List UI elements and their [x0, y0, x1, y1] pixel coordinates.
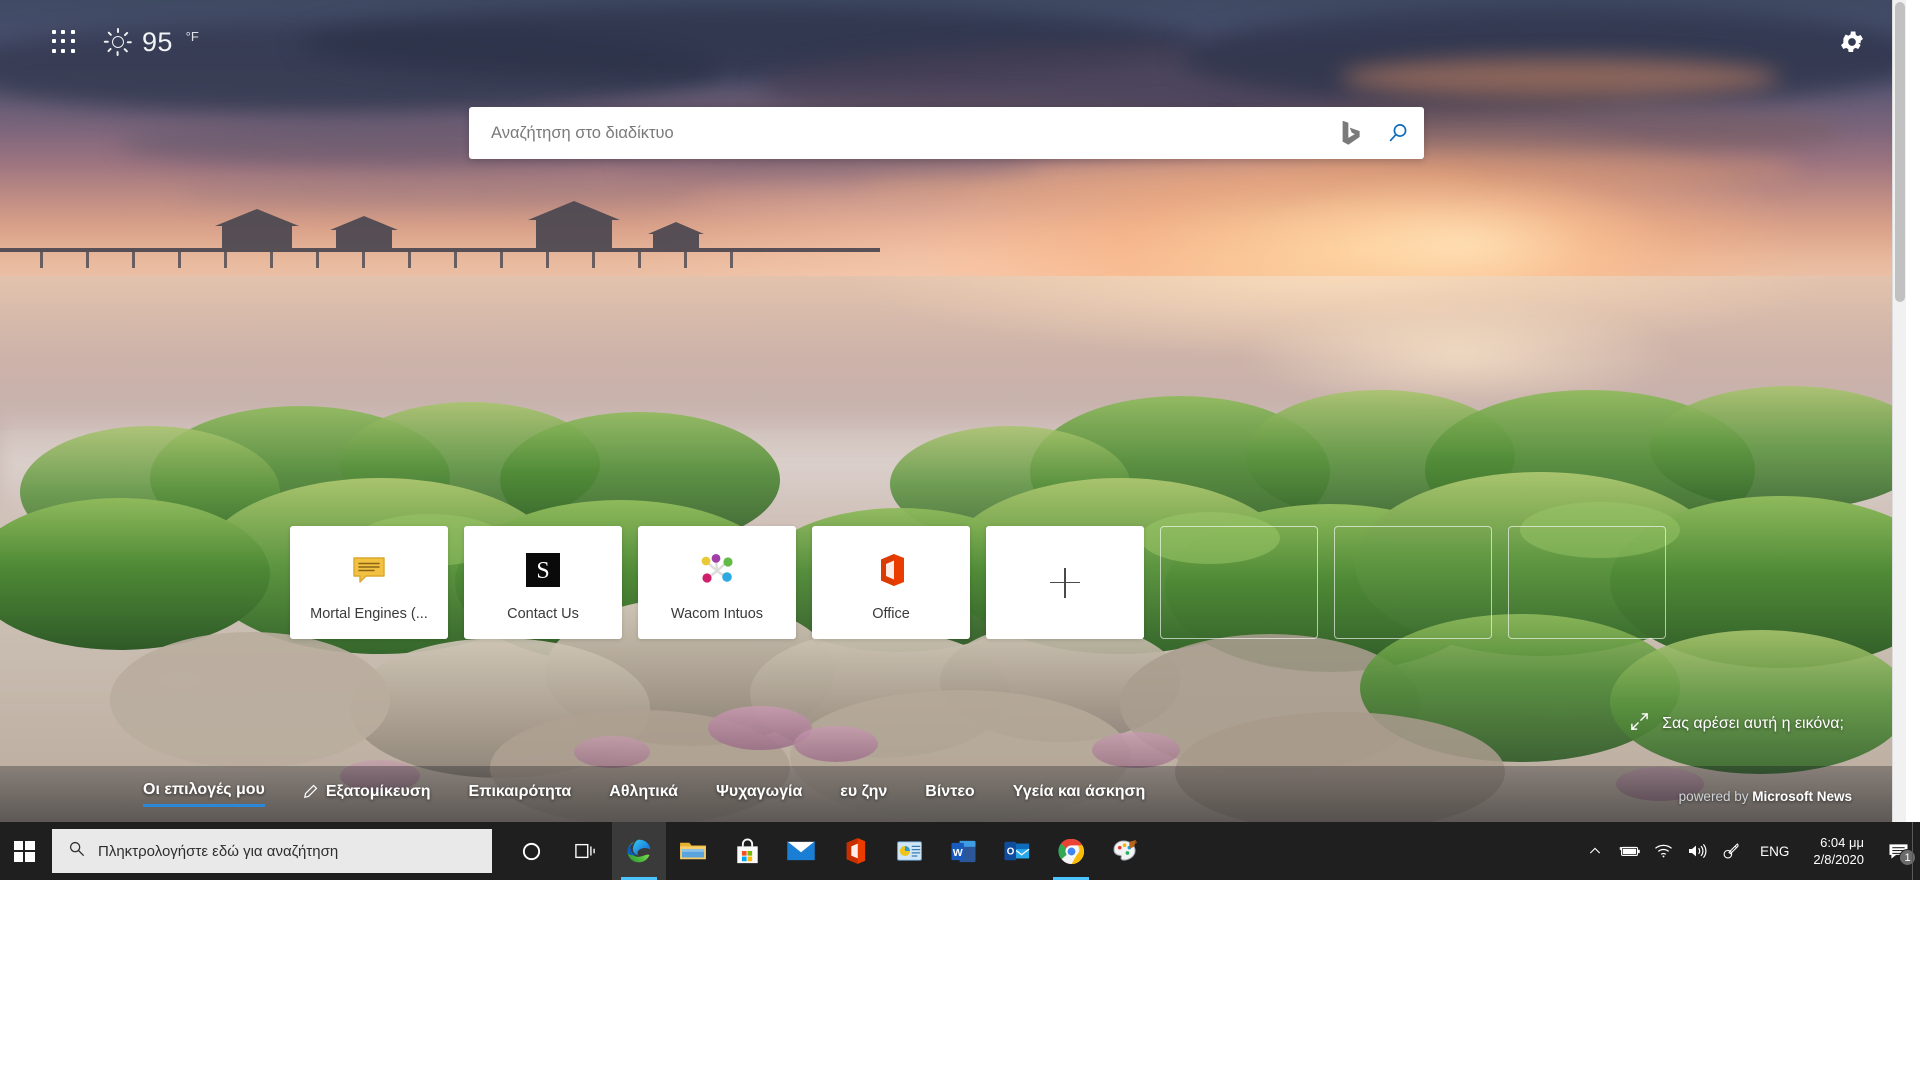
- taskbar-search-box[interactable]: Πληκτρολογήστε εδώ για αναζήτηση: [52, 829, 492, 873]
- clock-time: 6:04 μμ: [1813, 834, 1864, 851]
- browser-content-viewport: 95 °F: [0, 0, 1906, 822]
- news-nav-item-my-picks[interactable]: Οι επιλογές μου: [143, 781, 265, 807]
- powered-by-label: powered by Microsoft News: [1679, 789, 1852, 804]
- battery-charging-icon[interactable]: [1612, 822, 1646, 880]
- bing-search-box[interactable]: [469, 107, 1424, 159]
- show-desktop-button[interactable]: [1912, 822, 1920, 880]
- quick-link-label: Office: [812, 606, 970, 622]
- weather-widget[interactable]: 95 °F: [104, 20, 199, 64]
- mail-icon[interactable]: [774, 822, 828, 880]
- news-nav-item-news[interactable]: Επικαιρότητα: [469, 783, 572, 806]
- add-quick-link-button[interactable]: [986, 526, 1144, 639]
- clock-date: 2/8/2020: [1813, 851, 1864, 868]
- news-nav-item-lifestyle[interactable]: ευ ζην: [840, 783, 887, 806]
- news-nav-label: Ψυχαγωγία: [716, 783, 802, 801]
- news-nav-bar: Οι επιλογές μου Εξατομίκευση Επικαιρότητ…: [0, 766, 1906, 822]
- quick-links-row: Mortal Engines (... S Contact Us: [290, 526, 1666, 639]
- search-submit-button[interactable]: [1372, 108, 1424, 158]
- news-nav-label: Υγεία και άσκηση: [1013, 783, 1146, 801]
- windows-taskbar: Πληκτρολογήστε εδώ για αναζήτηση: [0, 822, 1920, 880]
- presentation-icon[interactable]: [882, 822, 936, 880]
- wacom-dots-icon: [699, 552, 735, 588]
- task-view-icon[interactable]: [558, 822, 612, 880]
- empty-tile-placeholder[interactable]: [1334, 526, 1492, 639]
- quick-link-label: Mortal Engines (...: [290, 606, 448, 622]
- page-scrollbar[interactable]: [1892, 0, 1906, 822]
- pier-silhouette: [0, 196, 880, 286]
- taskbar-clock[interactable]: 6:04 μμ 2/8/2020: [1801, 834, 1876, 868]
- search-input[interactable]: [469, 108, 1332, 158]
- news-nav-item-personalize[interactable]: Εξατομίκευση: [303, 783, 431, 806]
- pen-workspace-icon[interactable]: [1714, 822, 1748, 880]
- image-feedback-link[interactable]: Σας αρέσει αυτή η εικόνα;: [1630, 712, 1844, 736]
- google-chrome-icon[interactable]: [1044, 822, 1098, 880]
- quick-link-tile[interactable]: S Contact Us: [464, 526, 622, 639]
- word-icon[interactable]: W: [936, 822, 990, 880]
- quick-link-label: Contact Us: [464, 606, 622, 622]
- search-icon: [68, 840, 85, 862]
- quick-link-tile[interactable]: Office: [812, 526, 970, 639]
- office-icon: [873, 552, 909, 588]
- svg-text:O: O: [1007, 847, 1015, 858]
- svg-text:S: S: [536, 558, 549, 584]
- scrollbar-thumb[interactable]: [1895, 2, 1905, 302]
- powered-by-brand: Microsoft News: [1752, 789, 1852, 804]
- cortana-icon[interactable]: [504, 822, 558, 880]
- newtab-topbar: 95 °F: [0, 0, 1906, 74]
- news-nav-item-video[interactable]: Βίντεο: [925, 783, 974, 806]
- start-button[interactable]: [0, 822, 48, 880]
- microsoft-edge-icon[interactable]: [612, 822, 666, 880]
- plus-icon: [1050, 568, 1080, 598]
- office-icon[interactable]: [828, 822, 882, 880]
- chevron-up-icon[interactable]: [1578, 822, 1612, 880]
- sun-icon: [104, 28, 132, 56]
- news-nav-label: ευ ζην: [840, 783, 887, 801]
- svg-text:W: W: [952, 846, 962, 858]
- weather-unit: °F: [186, 29, 199, 44]
- quick-link-tile[interactable]: Wacom Intuos: [638, 526, 796, 639]
- volume-icon[interactable]: [1680, 822, 1714, 880]
- taskbar-search-placeholder: Πληκτρολογήστε εδώ για αναζήτηση: [98, 843, 338, 860]
- outlook-icon[interactable]: O: [990, 822, 1044, 880]
- language-indicator[interactable]: ENG: [1748, 844, 1801, 859]
- wifi-icon[interactable]: [1646, 822, 1680, 880]
- bing-logo-icon[interactable]: [1332, 116, 1366, 150]
- paint-icon[interactable]: [1098, 822, 1152, 880]
- letter-s-icon: S: [525, 552, 561, 588]
- news-nav-item-entertainment[interactable]: Ψυχαγωγία: [716, 783, 802, 806]
- quick-link-tile[interactable]: Mortal Engines (...: [290, 526, 448, 639]
- pencil-icon: [303, 784, 318, 799]
- waffle-grid-icon[interactable]: [52, 30, 76, 54]
- weather-temperature: 95: [142, 27, 173, 58]
- powered-by-prefix: powered by: [1679, 789, 1753, 804]
- expand-arrows-icon: [1630, 712, 1649, 736]
- news-nav-label: Επικαιρότητα: [469, 783, 572, 801]
- system-tray: ENG 6:04 μμ 2/8/2020 1: [1578, 822, 1920, 880]
- news-nav-label: Βίντεο: [925, 783, 974, 801]
- empty-tile-placeholder[interactable]: [1160, 526, 1318, 639]
- desktop-root: 95 °F: [0, 0, 1920, 1080]
- windows-logo-icon: [14, 841, 35, 862]
- speech-bubble-icon: [351, 552, 387, 588]
- taskbar-pinned-apps: W O: [504, 822, 1152, 880]
- news-nav-label: Οι επιλογές μου: [143, 781, 265, 799]
- empty-tile-placeholder[interactable]: [1508, 526, 1666, 639]
- image-feedback-label: Σας αρέσει αυτή η εικόνα;: [1662, 715, 1844, 733]
- news-nav-label: Εξατομίκευση: [326, 783, 431, 801]
- file-explorer-icon[interactable]: [666, 822, 720, 880]
- news-nav-item-health[interactable]: Υγεία και άσκηση: [1013, 783, 1146, 806]
- news-nav-label: Αθλητικά: [609, 783, 678, 801]
- quick-link-label: Wacom Intuos: [638, 606, 796, 622]
- gear-icon[interactable]: [1838, 28, 1866, 56]
- news-nav-list: Οι επιλογές μου Εξατομίκευση Επικαιρότητ…: [143, 781, 1145, 807]
- news-nav-item-sports[interactable]: Αθλητικά: [609, 783, 678, 806]
- microsoft-store-icon[interactable]: [720, 822, 774, 880]
